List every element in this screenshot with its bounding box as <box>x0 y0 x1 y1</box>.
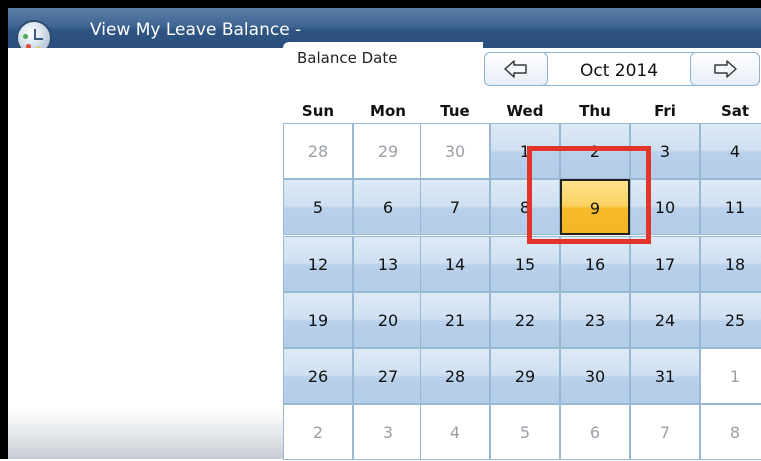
clock-hand <box>34 38 43 40</box>
adjacent-month-day-cell[interactable]: 30 <box>420 123 490 179</box>
day-cell[interactable]: 30 <box>560 348 630 404</box>
day-cell[interactable]: 14 <box>420 236 490 292</box>
adjacent-month-day-cell[interactable]: 29 <box>353 123 423 179</box>
weekday-label: Fri <box>654 102 676 120</box>
day-cell[interactable]: 12 <box>283 236 353 292</box>
day-cell[interactable]: 19 <box>283 292 353 348</box>
day-cell[interactable]: 17 <box>630 236 700 292</box>
balance-date-label: Balance Date <box>297 49 398 67</box>
day-cell[interactable]: 22 <box>490 292 560 348</box>
window-title: View My Leave Balance - <box>90 20 302 40</box>
adjacent-month-day-cell[interactable]: 6 <box>560 404 630 460</box>
clock-dot <box>23 34 28 39</box>
day-cell[interactable]: 11 <box>700 179 761 235</box>
weekday-label: Thu <box>579 102 611 120</box>
day-cell[interactable]: 5 <box>283 179 353 235</box>
adjacent-month-day-cell[interactable]: 5 <box>490 404 560 460</box>
day-cell[interactable]: 20 <box>353 292 423 348</box>
adjacent-month-day-cell[interactable]: 7 <box>630 404 700 460</box>
day-cell[interactable]: 27 <box>353 348 423 404</box>
weekday-label: Sun <box>301 102 335 120</box>
adjacent-month-day-cell[interactable]: 28 <box>283 123 353 179</box>
next-month-button[interactable] <box>690 52 760 86</box>
day-cell[interactable]: 16 <box>560 236 630 292</box>
left-arrow-icon <box>504 60 527 78</box>
adjacent-month-day-cell[interactable]: 2 <box>283 404 353 460</box>
adjacent-month-day-cell[interactable]: 4 <box>420 404 490 460</box>
weekday-label: Tue <box>440 102 470 120</box>
day-cell[interactable]: 28 <box>420 348 490 404</box>
weekday-label: Sat <box>720 102 750 120</box>
left-edge <box>0 0 8 459</box>
weekday-label: Wed <box>506 102 544 120</box>
day-cell[interactable]: 6 <box>353 179 423 235</box>
day-cell[interactable]: 25 <box>700 292 761 348</box>
panel-footer <box>8 409 283 459</box>
left-panel <box>8 48 283 459</box>
day-cell[interactable]: 26 <box>283 348 353 404</box>
selection-highlight-box <box>527 146 651 244</box>
day-cell[interactable]: 31 <box>630 348 700 404</box>
month-label: Oct 2014 <box>579 61 659 81</box>
right-arrow-icon <box>714 60 737 78</box>
adjacent-month-day-cell[interactable]: 1 <box>700 348 761 404</box>
day-cell[interactable]: 15 <box>490 236 560 292</box>
adjacent-month-day-cell[interactable]: 8 <box>700 404 761 460</box>
day-cell[interactable]: 4 <box>700 123 761 179</box>
top-edge <box>0 0 761 8</box>
weekday-label: Mon <box>370 102 406 120</box>
day-cell[interactable]: 7 <box>420 179 490 235</box>
previous-month-button[interactable] <box>484 52 548 86</box>
day-cell[interactable]: 23 <box>560 292 630 348</box>
day-cell[interactable]: 24 <box>630 292 700 348</box>
day-cell[interactable]: 29 <box>490 348 560 404</box>
day-cell[interactable]: 13 <box>353 236 423 292</box>
app-window: View My Leave Balance - Balance Date Oct… <box>0 0 761 460</box>
day-cell[interactable]: 21 <box>420 292 490 348</box>
day-cell[interactable]: 18 <box>700 236 761 292</box>
adjacent-month-day-cell[interactable]: 3 <box>353 404 423 460</box>
